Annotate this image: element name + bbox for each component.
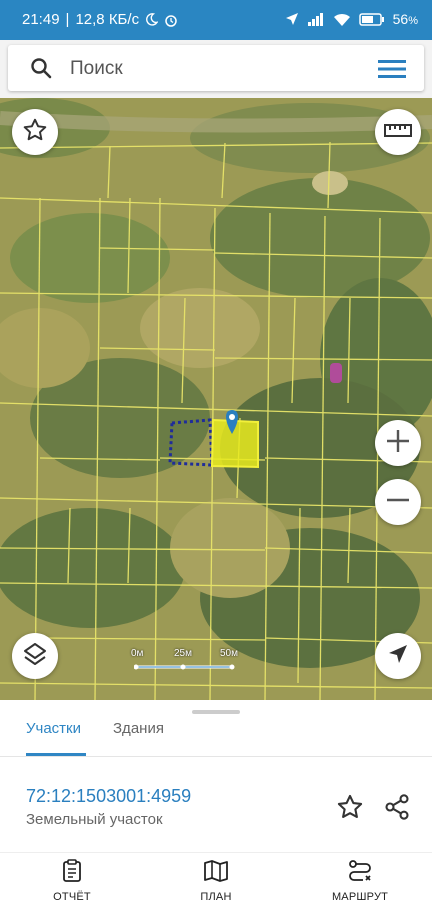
search-area <box>0 40 432 98</box>
bottom-navigation: ОТЧЁТ ПЛАН МАРШРУТ <box>0 852 432 903</box>
tab-buildings[interactable]: Здания <box>113 720 164 737</box>
status-time: 21:49 <box>22 11 60 28</box>
cadastral-number[interactable]: 72:12:1503001:4959 <box>26 786 191 807</box>
moon-icon <box>145 13 159 26</box>
parcel-type: Земельный участок <box>26 811 163 828</box>
ruler-button[interactable] <box>375 109 421 155</box>
search-bar <box>8 45 424 91</box>
building-marker[interactable] <box>330 363 342 383</box>
map-icon <box>203 859 229 888</box>
nav-report-label: ОТЧЁТ <box>53 891 91 903</box>
report-icon <box>60 859 84 888</box>
satellite-imagery <box>0 98 432 700</box>
nav-plan-label: ПЛАН <box>200 891 232 903</box>
battery-unit: % <box>408 15 418 27</box>
nav-route-label: МАРШРУТ <box>331 891 389 903</box>
wifi-icon <box>333 12 351 26</box>
drag-handle[interactable] <box>192 710 240 714</box>
route-icon <box>347 859 373 888</box>
signal-icon <box>307 12 325 26</box>
location-icon <box>285 12 299 26</box>
battery-icon <box>358 12 385 26</box>
layers-icon <box>22 641 48 672</box>
navigation-arrow-icon <box>387 643 409 670</box>
zoom-in-button[interactable] <box>375 420 421 466</box>
minus-icon <box>385 487 411 518</box>
nav-route[interactable]: МАРШРУТ <box>315 859 405 903</box>
my-location-button[interactable] <box>375 633 421 679</box>
tab-parcels[interactable]: Участки <box>26 720 81 737</box>
satellite-map[interactable]: 0м 25м 50м <box>0 98 432 700</box>
network-speed: 12,8 КБ/с <box>75 11 140 28</box>
search-input[interactable] <box>68 51 372 87</box>
share-icon[interactable] <box>383 793 411 826</box>
alarm-icon <box>164 13 178 27</box>
nav-report[interactable]: ОТЧЁТ <box>27 859 117 903</box>
map-scale: 0м 25м 50м <box>131 648 238 678</box>
parcel-info-sheet: Участки Здания 72:12:1503001:4959 Земель… <box>0 700 432 858</box>
status-bar: 21:49 | 12,8 КБ/с 56% <box>0 0 432 40</box>
menu-icon[interactable] <box>378 59 406 84</box>
star-icon <box>22 117 48 148</box>
favorite-star-icon[interactable] <box>336 793 364 826</box>
plus-icon <box>385 428 411 459</box>
nav-plan[interactable]: ПЛАН <box>171 859 261 903</box>
ruler-icon <box>384 122 412 143</box>
battery-level: 56 <box>392 11 409 27</box>
zoom-out-button[interactable] <box>375 479 421 525</box>
favorites-button[interactable] <box>12 109 58 155</box>
layers-button[interactable] <box>12 633 58 679</box>
tab-divider <box>0 756 432 757</box>
search-icon[interactable] <box>30 57 52 84</box>
